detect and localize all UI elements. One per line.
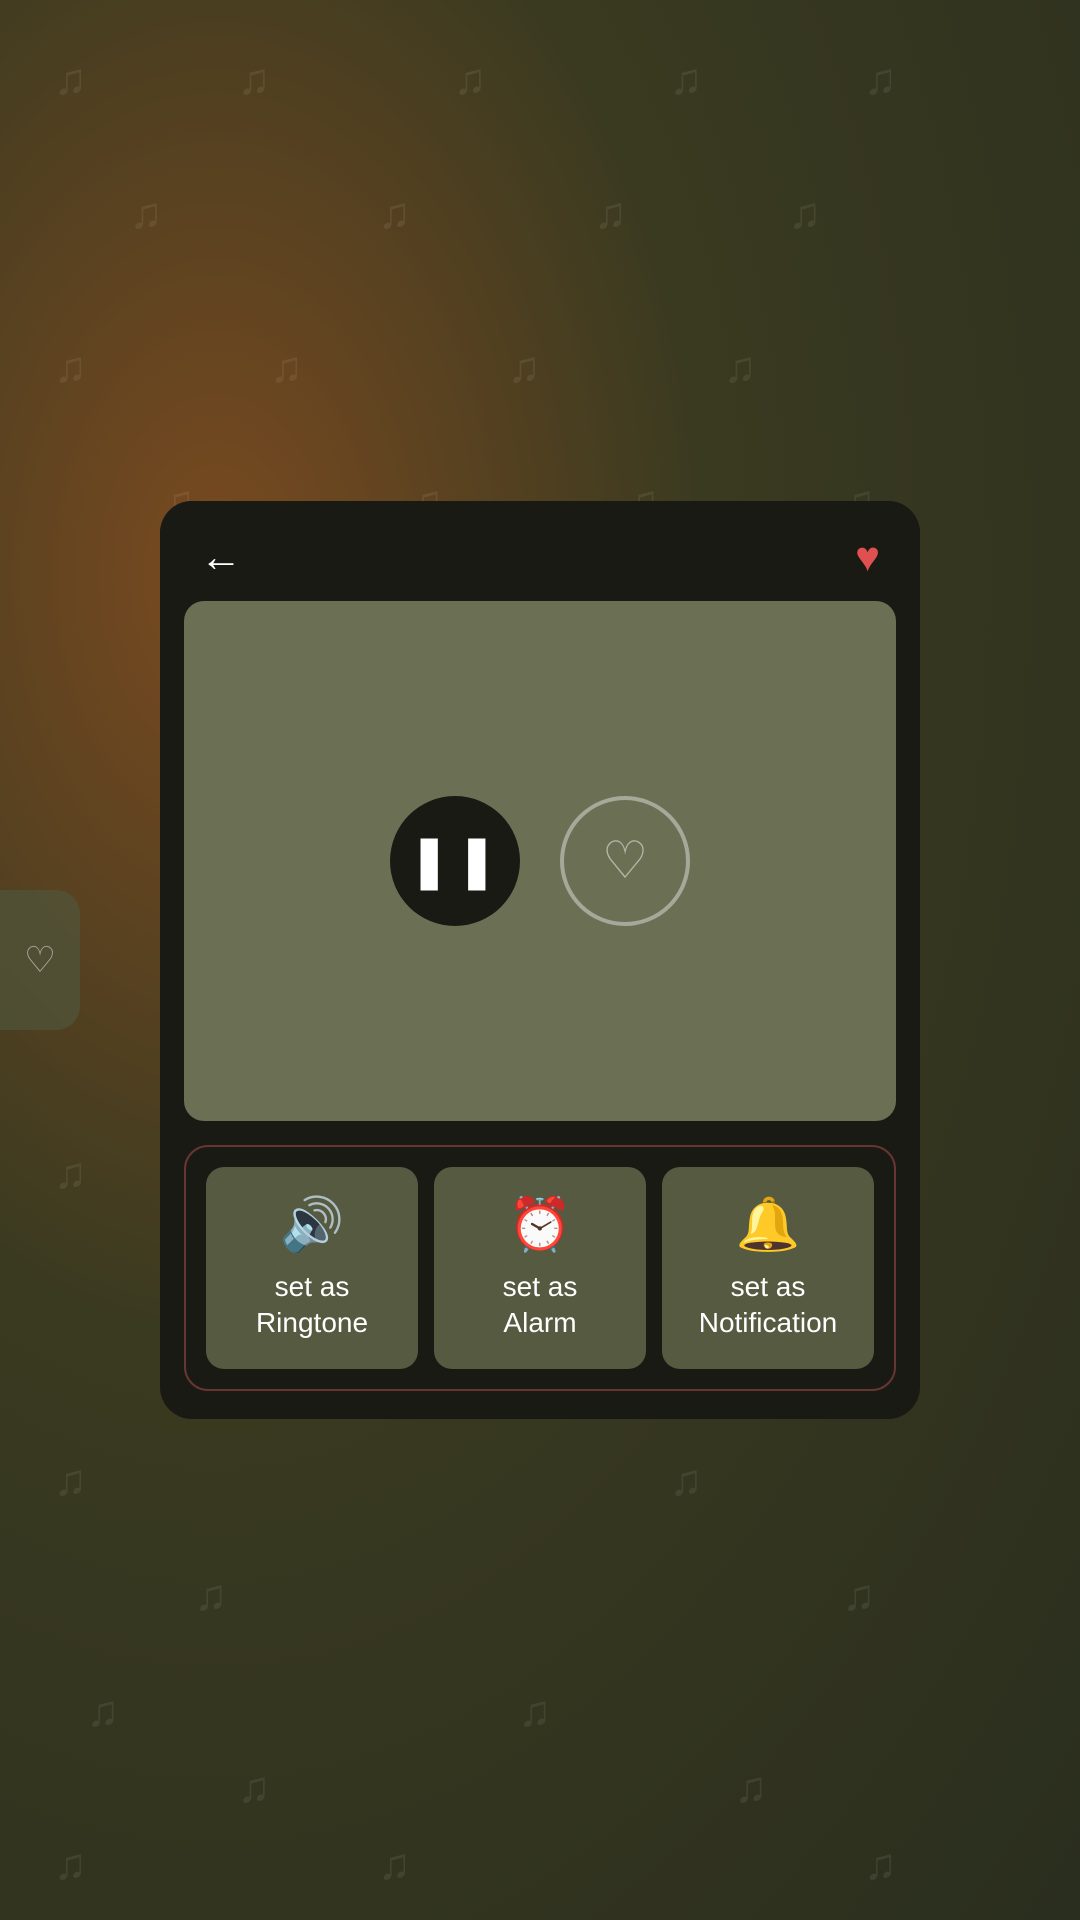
set-notification-label: set asNotification — [699, 1269, 838, 1342]
side-heart-icon: ♡ — [24, 939, 56, 981]
card-top-bar: ← ♥ — [160, 501, 920, 601]
page-content: ← ♥ ❚❚ ♡ 🔊 set asRingtone ⏰ set asAlarm … — [0, 0, 1080, 1920]
action-section: 🔊 set asRingtone ⏰ set asAlarm 🔔 set asN… — [184, 1145, 896, 1392]
back-button[interactable]: ← — [200, 536, 242, 578]
side-widget[interactable]: ♡ — [0, 890, 80, 1030]
like-button[interactable]: ♡ — [560, 796, 690, 926]
set-ringtone-icon: 🔊 — [280, 1199, 345, 1251]
set-ringtone-button[interactable]: 🔊 set asRingtone — [206, 1167, 418, 1370]
set-alarm-icon: ⏰ — [508, 1199, 573, 1251]
set-notification-icon: 🔔 — [736, 1199, 801, 1251]
favorite-button[interactable]: ♥ — [855, 533, 880, 581]
set-alarm-button[interactable]: ⏰ set asAlarm — [434, 1167, 646, 1370]
pause-icon: ❚❚ — [407, 835, 502, 887]
pause-button[interactable]: ❚❚ — [390, 796, 520, 926]
main-card: ← ♥ ❚❚ ♡ 🔊 set asRingtone ⏰ set asAlarm … — [160, 501, 920, 1420]
set-notification-button[interactable]: 🔔 set asNotification — [662, 1167, 874, 1370]
set-alarm-label: set asAlarm — [503, 1269, 578, 1342]
album-art-area: ❚❚ ♡ — [184, 601, 896, 1121]
set-ringtone-label: set asRingtone — [256, 1269, 368, 1342]
like-heart-icon: ♡ — [602, 831, 649, 891]
